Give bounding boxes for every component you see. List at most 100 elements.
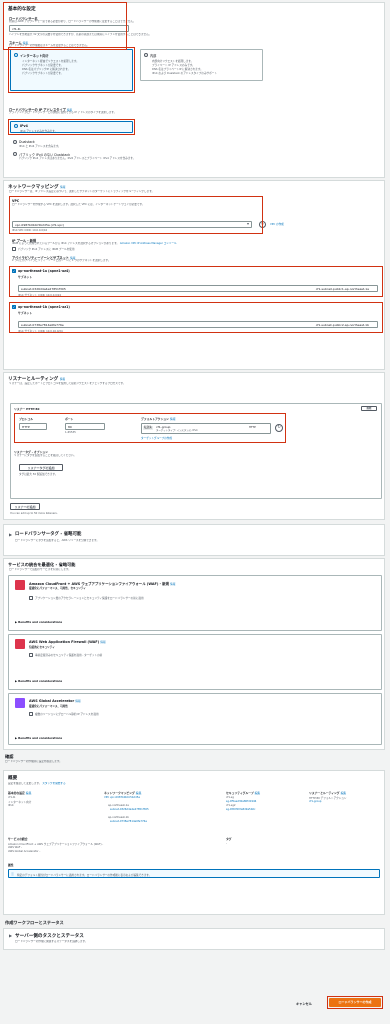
service-3-check-label: 複数のリージョンにグローバル静的 IP アドレスを適用: [35, 713, 99, 716]
services-panel: サービスの統合を最適化 - 省略可能 ロードバランサーで追加のサービスを有効にし…: [3, 558, 385, 750]
summary-col-3-line-4[interactable]: sg-0fd0f1f2a8d9a5b0c: [226, 808, 255, 811]
summary-col-2-line-5[interactable]: subnet-0738e7814e0fe776e: [110, 820, 147, 823]
global-accelerator-icon: [15, 698, 25, 708]
scheme-description: ロードバランサーの作成後はスキームを変更することはできません。: [9, 44, 90, 47]
summary-col-4-title-text: リスナーとルーティング: [309, 791, 340, 795]
internal-radio[interactable]: [144, 53, 148, 57]
chevron-down-icon: ▾: [247, 221, 250, 226]
workflow-title: 作成ワークフローとステータス: [5, 920, 64, 925]
protocol-select[interactable]: HTTP: [19, 423, 47, 430]
service-1-benefits-text: Benefits and considerations: [18, 620, 63, 624]
summary-title: 概要: [8, 776, 18, 781]
lb-name-description: 名前は AWS アカウントで一意である必要があり、ロードバランサーの作成後に変更…: [9, 20, 136, 23]
internal-bullet-4: IPv4 および Dualstack のアドレスタイプのみサポート: [152, 72, 217, 75]
vpc-select[interactable]: vpc-0987b0b0c5b2d5a (cf1-vpc): [12, 221, 252, 228]
ipv4-radio[interactable]: [14, 124, 18, 128]
listener-panel: リスナーとルーティング 情報 リスナーは、設定したポートとプロトコルを使用して接…: [3, 372, 385, 520]
scheme-internal-card[interactable]: 内部 内部向けリクエストを処理します。 プライベート IP アドレスのみです。 …: [140, 49, 263, 81]
service-3-checkbox[interactable]: [29, 712, 33, 716]
zone-2-checkbox[interactable]: ✓: [12, 305, 16, 309]
workflow-item-title: サーバー側のタスクとステータス: [15, 934, 84, 939]
ip-type-description: クライアントがロードバランサーとの通信に使用できる IP アドレスのタイプを選択…: [9, 111, 117, 114]
internal-label: 内部: [150, 54, 157, 58]
zone-1-checkbox[interactable]: ✓: [12, 269, 16, 273]
summary-services-line-3: AWS Global Accelerator -: [8, 850, 41, 853]
summary-col-2-line-1[interactable]: VPC vpc-0987b0b0c5b2d5a: [104, 796, 140, 799]
create-target-group-link[interactable]: ターゲットグループの作成: [141, 436, 172, 440]
summary-col-3-title: セキュリティグループ 編集: [226, 791, 260, 795]
summary-col-1-title: 基本的な設定 編集: [8, 791, 31, 795]
listener-tags-desc: リスナーにタグを追加することを検討してください。: [14, 454, 77, 457]
summary-col-3-edit[interactable]: 編集: [255, 791, 261, 795]
action-info-link[interactable]: 情報: [170, 417, 176, 421]
summary-col-1-line-1: cf1-lb: [8, 796, 16, 799]
caret-right-icon: ▶: [9, 933, 13, 938]
zone-1-cidr: IPv4 サブネット CIDR: 10.0.0.0/24: [18, 294, 62, 297]
zone-2-name: ap-northeast-1b (apne1-az1): [18, 305, 70, 309]
listener-info-link[interactable]: 情報: [60, 378, 65, 381]
dualstack-radio[interactable]: [13, 140, 17, 144]
summary-stack-link[interactable]: スタックを開始する: [42, 782, 65, 785]
zone-1-subnet-select[interactable]: subnet-0326d4a4e27851f305 cf1-subnet-pub…: [18, 285, 378, 292]
network-info-link[interactable]: 情報: [60, 186, 65, 189]
scheme-internet-facing-card[interactable]: インターネット向け インターネット経由でリクエストを処理します。 パブリックサブ…: [10, 49, 133, 91]
internet-facing-radio[interactable]: [14, 53, 18, 57]
summary-col-4-edit[interactable]: 編集: [341, 791, 347, 795]
ipv4-desc: IPv4 アドレスのみを含みます。: [20, 130, 58, 133]
dualstack-no-ipv4-radio[interactable]: [13, 152, 17, 156]
add-listener-button[interactable]: リスナーの追加: [10, 503, 40, 510]
summary-col-2-line-4: ap-northeast-1b: [108, 816, 129, 819]
service-1-benefits[interactable]: ▶ Benefits and considerations: [15, 620, 62, 624]
cancel-button[interactable]: キャンセル: [296, 1001, 312, 1006]
service-2-checkbox[interactable]: [29, 653, 33, 657]
port-input[interactable]: 80: [65, 423, 105, 430]
ipv4-option[interactable]: IPv4 IPv4 アドレスのみを含みます。: [10, 121, 133, 133]
summary-col-2-edit[interactable]: 編集: [136, 791, 142, 795]
zone-2-subnet-select[interactable]: subnet-0738e7814e0fe776e cf1-subnet-publ…: [18, 321, 378, 328]
lb-tags-desc: ロードバランサーにタグを追加すると、AWS リソースを分類できます。: [15, 539, 99, 542]
add-listener-tag-button[interactable]: リスナータグの追加: [19, 464, 63, 471]
basic-settings-title: 基本的な設定: [8, 7, 36, 12]
summary-services-line-2: AWS WAF -: [8, 846, 23, 849]
summary-attr-note-text: 特定のデフォルト属性がロードバランサーに適用されます。ロードバランサーの作成後に…: [17, 874, 152, 877]
create-lb-button[interactable]: ロードバランサーの作成: [329, 998, 381, 1007]
remove-listener-button[interactable]: 削除: [361, 406, 377, 411]
workflow-panel[interactable]: ▶ サーバー側のタスクとステータス ロードバランサーの作成に関連するステータスを…: [3, 928, 385, 950]
basic-settings-panel: 基本的な設定 ロードバランサー名 名前は AWS アカウントで一意である必要があ…: [3, 2, 385, 178]
action-label-text: デフォルトアクション: [141, 417, 169, 421]
service-3-info[interactable]: 情報: [75, 700, 80, 703]
listener-description: リスナーは、設定したポートとプロトコルを使用して接続リクエストをチェックするプロ…: [9, 382, 126, 385]
service-1-info[interactable]: 情報: [170, 583, 175, 586]
vpc-description: ロードバランサーを作成する VPC を選択します。選択した VPC には、インタ…: [12, 203, 145, 206]
zone-1-subnet-label: サブネット: [18, 275, 32, 279]
lb-tags-panel[interactable]: ▶ ロードバランサータグ - 省略可能 ロードバランサーにタグを追加すると、AW…: [3, 524, 385, 556]
zone-1-subnet-id: subnet-0326d4a4e27851f305: [21, 287, 66, 291]
dualstack-desc: IPv4 と IPv6 アドレスを含みます。: [19, 145, 61, 148]
refresh-target-icon[interactable]: ↻: [275, 424, 283, 432]
ipam-description: IPAM によって管理されているプールから IPv4 アドレスを選択するオプショ…: [12, 242, 177, 245]
vpc-create-link[interactable]: VPC の作成: [270, 222, 284, 226]
port-label: ポート: [65, 417, 74, 421]
refresh-icon[interactable]: ↻: [259, 221, 266, 228]
summary-col-4-title: リスナーとルーティング 編集: [309, 791, 346, 795]
listener-tag-hint: タグは最大 50 個追加できます。: [19, 473, 58, 476]
service-2-benefits[interactable]: ▶ Benefits and considerations: [15, 679, 62, 683]
summary-col-2-line-3[interactable]: subnet-0326d4a4e27851f305: [110, 808, 149, 811]
service-3-benefits[interactable]: ▶ Benefits and considerations: [15, 736, 62, 740]
summary-col-1-line-3: IPv4: [8, 804, 14, 807]
summary-desc-text: 設定を確認して変更します。: [8, 782, 42, 785]
summary-col-4-line-2[interactable]: cf1-group: [309, 800, 321, 803]
service-2-info[interactable]: 情報: [100, 641, 105, 644]
service-3-title-text: AWS Global Accelerator: [29, 699, 75, 703]
summary-col-1-edit[interactable]: 編集: [26, 791, 32, 795]
ipam-console-link[interactable]: Amazon VPC IP Address Manager コンソール: [120, 242, 177, 245]
ipam-checkbox[interactable]: [12, 247, 16, 251]
summary-col-2-line-2: ap-northeast-1a: [108, 804, 129, 807]
action-select[interactable]: 転送先 cf1-group ターゲットタイプ: インスタンス, IPv4 HTT…: [141, 423, 271, 434]
lb-name-input[interactable]: cf1-lb: [9, 25, 129, 32]
service-1-checkbox[interactable]: [29, 596, 33, 600]
summary-col-3-line-2[interactable]: sg-0f5ae230a80fd1946: [226, 800, 256, 803]
action-label: デフォルトアクション 情報: [141, 417, 175, 421]
action-target-sub: ターゲットタイプ: インスタンス, IPv4: [156, 429, 198, 432]
port-hint: 1-65535: [65, 431, 76, 434]
